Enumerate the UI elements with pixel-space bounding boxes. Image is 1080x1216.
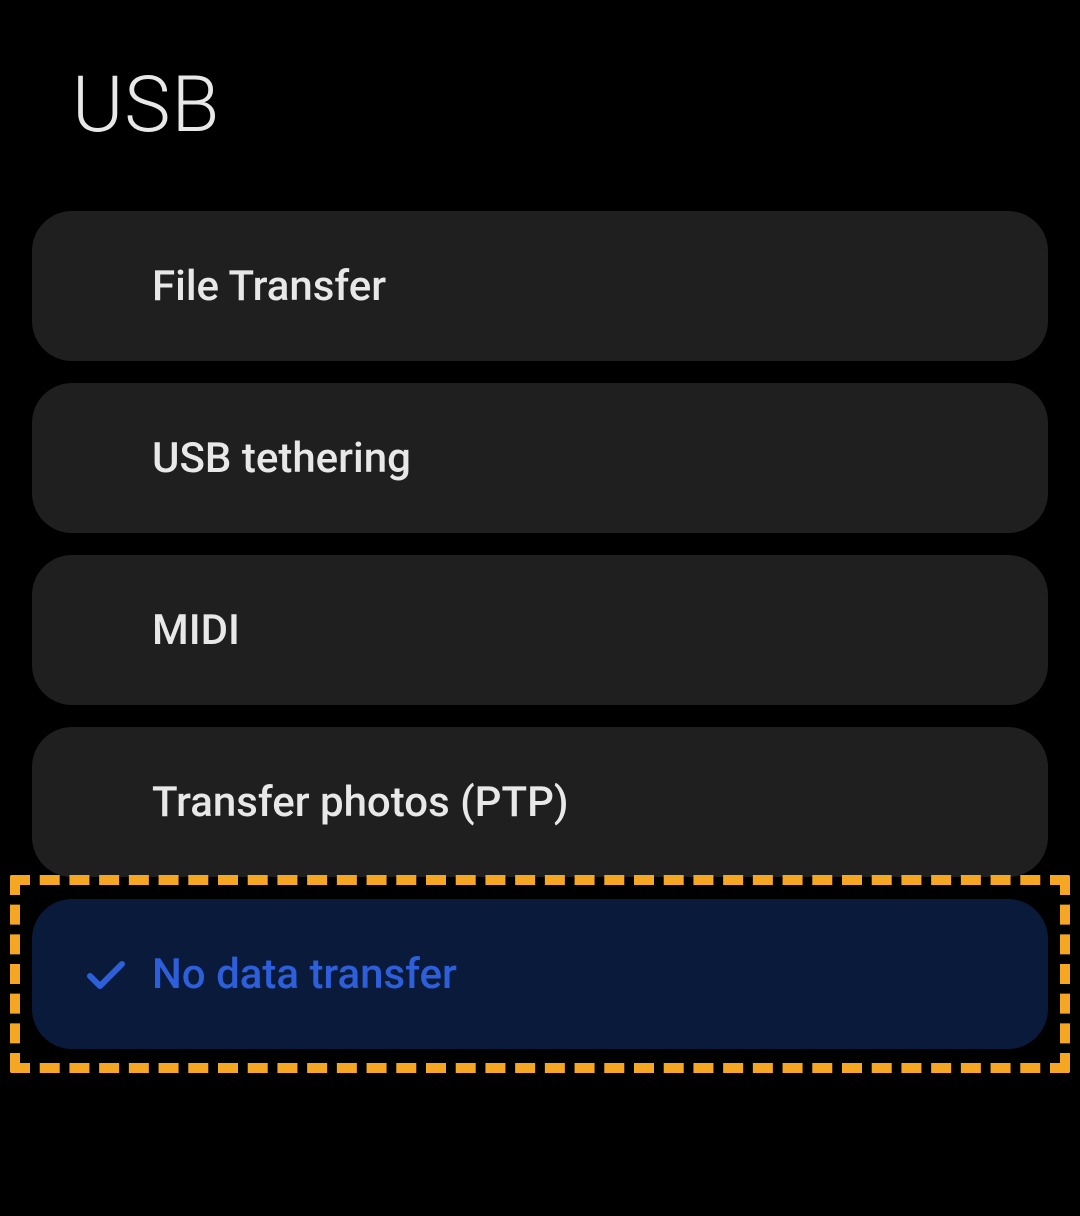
option-label: File Transfer bbox=[152, 262, 386, 311]
usb-settings-screen: USB File Transfer USB tethering MIDI Tra… bbox=[0, 0, 1080, 1049]
option-label: USB tethering bbox=[152, 434, 411, 483]
option-usb-tethering[interactable]: USB tethering bbox=[32, 383, 1048, 533]
page-title: USB bbox=[0, 0, 1080, 211]
option-label: Transfer photos (PTP) bbox=[152, 778, 569, 827]
option-icon-slot bbox=[60, 950, 152, 998]
option-file-transfer[interactable]: File Transfer bbox=[32, 211, 1048, 361]
option-no-data-transfer[interactable]: No data transfer bbox=[32, 899, 1048, 1049]
option-label: No data transfer bbox=[152, 950, 457, 999]
usb-options-list: File Transfer USB tethering MIDI Transfe… bbox=[0, 211, 1080, 877]
check-icon bbox=[82, 950, 130, 998]
option-midi[interactable]: MIDI bbox=[32, 555, 1048, 705]
option-transfer-photos-ptp[interactable]: Transfer photos (PTP) bbox=[32, 727, 1048, 877]
option-label: MIDI bbox=[152, 606, 240, 655]
